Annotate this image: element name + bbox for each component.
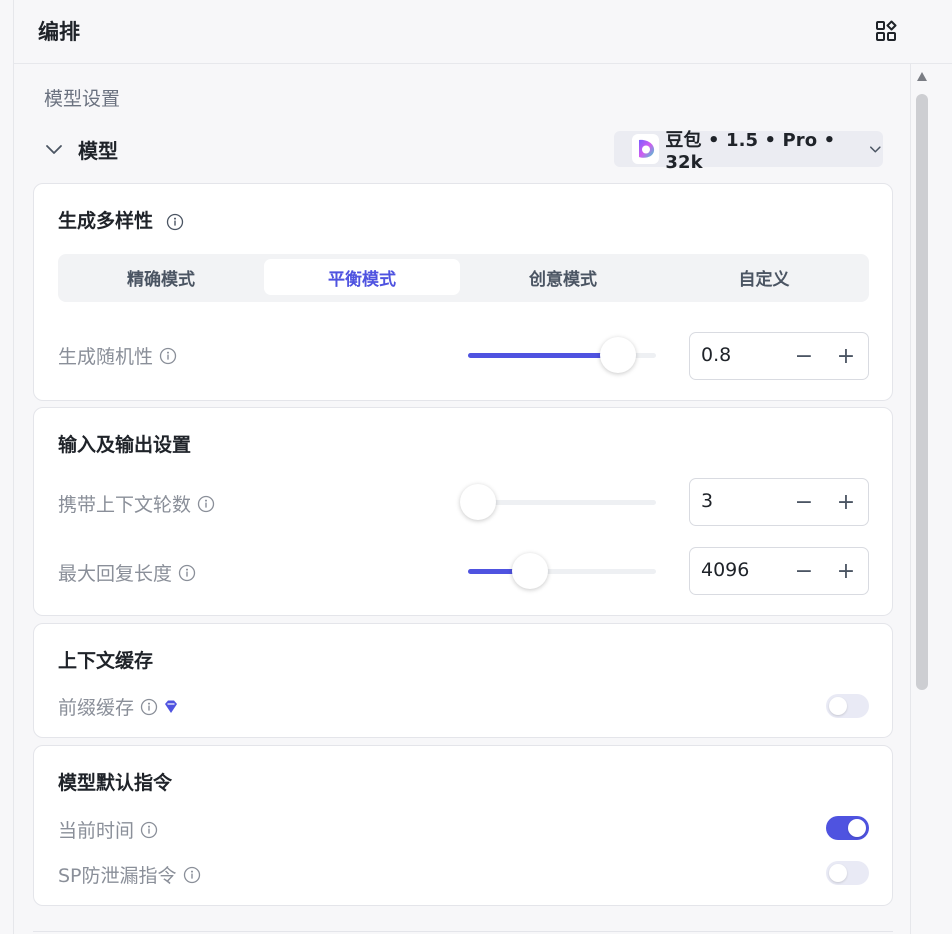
default-instructions-card: 模型默认指令 当前时间 SP防泄漏指令 [33,745,893,906]
slider-thumb[interactable] [600,337,637,373]
panel-right-border [910,60,911,934]
diversity-title: 生成多样性 [58,206,184,233]
randomness-label-text: 生成随机性 [58,346,154,368]
next-card-edge [33,931,893,932]
slider-fill [468,353,619,358]
info-icon[interactable] [140,698,158,716]
model-row-label: 模型 [78,138,118,163]
diversity-card: 生成多样性 精确模式 平衡模式 创意模式 自定义 生成随机性 0.8 − + [33,183,893,401]
info-icon[interactable] [178,564,196,582]
slider-thumb[interactable] [460,484,496,520]
max-reply-length-label: 最大回复长度 [58,559,196,586]
scroll-up-arrow-icon[interactable] [916,70,928,84]
selected-model-name: 豆包 • 1.5 • Pro • 32k [665,129,836,173]
decrement-button[interactable]: − [790,557,818,585]
toggle-knob [829,697,847,715]
model-select-dropdown[interactable]: 豆包 • 1.5 • Pro • 32k [614,130,883,173]
info-icon[interactable] [197,495,215,513]
info-icon[interactable] [183,866,201,884]
mode-precise-button[interactable]: 精确模式 [63,259,259,295]
sp-leak-guard-toggle[interactable] [826,861,869,885]
prefix-cache-toggle[interactable] [826,694,869,718]
sp-leak-guard-label-text: SP防泄漏指令 [58,865,177,887]
info-icon[interactable] [166,213,184,231]
slider-track [468,500,656,505]
model-collapse-toggle[interactable]: 模型 [44,134,118,164]
context-rounds-slider[interactable] [460,482,656,522]
mode-creative-button[interactable]: 创意模式 [465,259,661,295]
max-reply-length-value[interactable]: 4096 [701,559,749,581]
mode-custom-button[interactable]: 自定义 [666,259,862,295]
page-title: 编排 [38,20,80,44]
layout-grid-icon[interactable] [872,17,900,45]
context-cache-title: 上下文缓存 [58,650,154,672]
context-rounds-value[interactable]: 3 [701,490,713,512]
decrement-button[interactable]: − [790,342,818,370]
io-settings-card: 输入及输出设置 携带上下文轮数 3 − + 最大回复长度 4096 − + [33,407,893,616]
current-time-toggle[interactable] [826,816,869,840]
randomness-stepper: 0.8 − + [689,332,869,380]
max-reply-length-label-text: 最大回复长度 [58,563,173,585]
current-time-label-text: 当前时间 [58,820,135,842]
panel-left-border [13,0,14,934]
doubao-logo-icon [632,134,660,164]
slider-thumb[interactable] [512,553,549,589]
randomness-slider[interactable] [468,335,656,375]
chevron-down-icon [870,146,881,153]
section-label-model-settings: 模型设置 [44,88,121,110]
prefix-cache-label: 前缀缓存 [58,693,180,720]
toggle-knob [829,864,847,882]
info-icon[interactable] [159,347,177,365]
prefix-cache-label-text: 前缀缓存 [58,697,135,719]
info-icon[interactable] [140,821,158,839]
context-rounds-label: 携带上下文轮数 [58,490,215,517]
sp-leak-guard-label: SP防泄漏指令 [58,861,201,888]
default-instructions-title: 模型默认指令 [58,772,173,794]
current-time-label: 当前时间 [58,816,158,843]
diversity-title-text: 生成多样性 [58,210,154,232]
randomness-label: 生成随机性 [58,342,177,369]
chevron-down-icon [46,145,62,154]
max-reply-length-stepper: 4096 − + [689,547,869,595]
context-rounds-stepper: 3 − + [689,478,869,526]
increment-button[interactable]: + [832,342,860,370]
randomness-value[interactable]: 0.8 [701,344,731,366]
increment-button[interactable]: + [832,557,860,585]
panel-header [14,0,952,64]
mode-balanced-button[interactable]: 平衡模式 [264,259,460,295]
diversity-mode-segmented: 精确模式 平衡模式 创意模式 自定义 [58,254,869,302]
toggle-knob [848,819,866,837]
context-rounds-label-text: 携带上下文轮数 [58,494,192,516]
diamond-icon [165,700,178,713]
scrollbar-thumb[interactable] [916,94,928,690]
increment-button[interactable]: + [832,488,860,516]
decrement-button[interactable]: − [790,488,818,516]
io-settings-title: 输入及输出设置 [58,434,192,456]
max-reply-length-slider[interactable] [468,551,656,591]
context-cache-card: 上下文缓存 前缀缓存 [33,623,893,738]
